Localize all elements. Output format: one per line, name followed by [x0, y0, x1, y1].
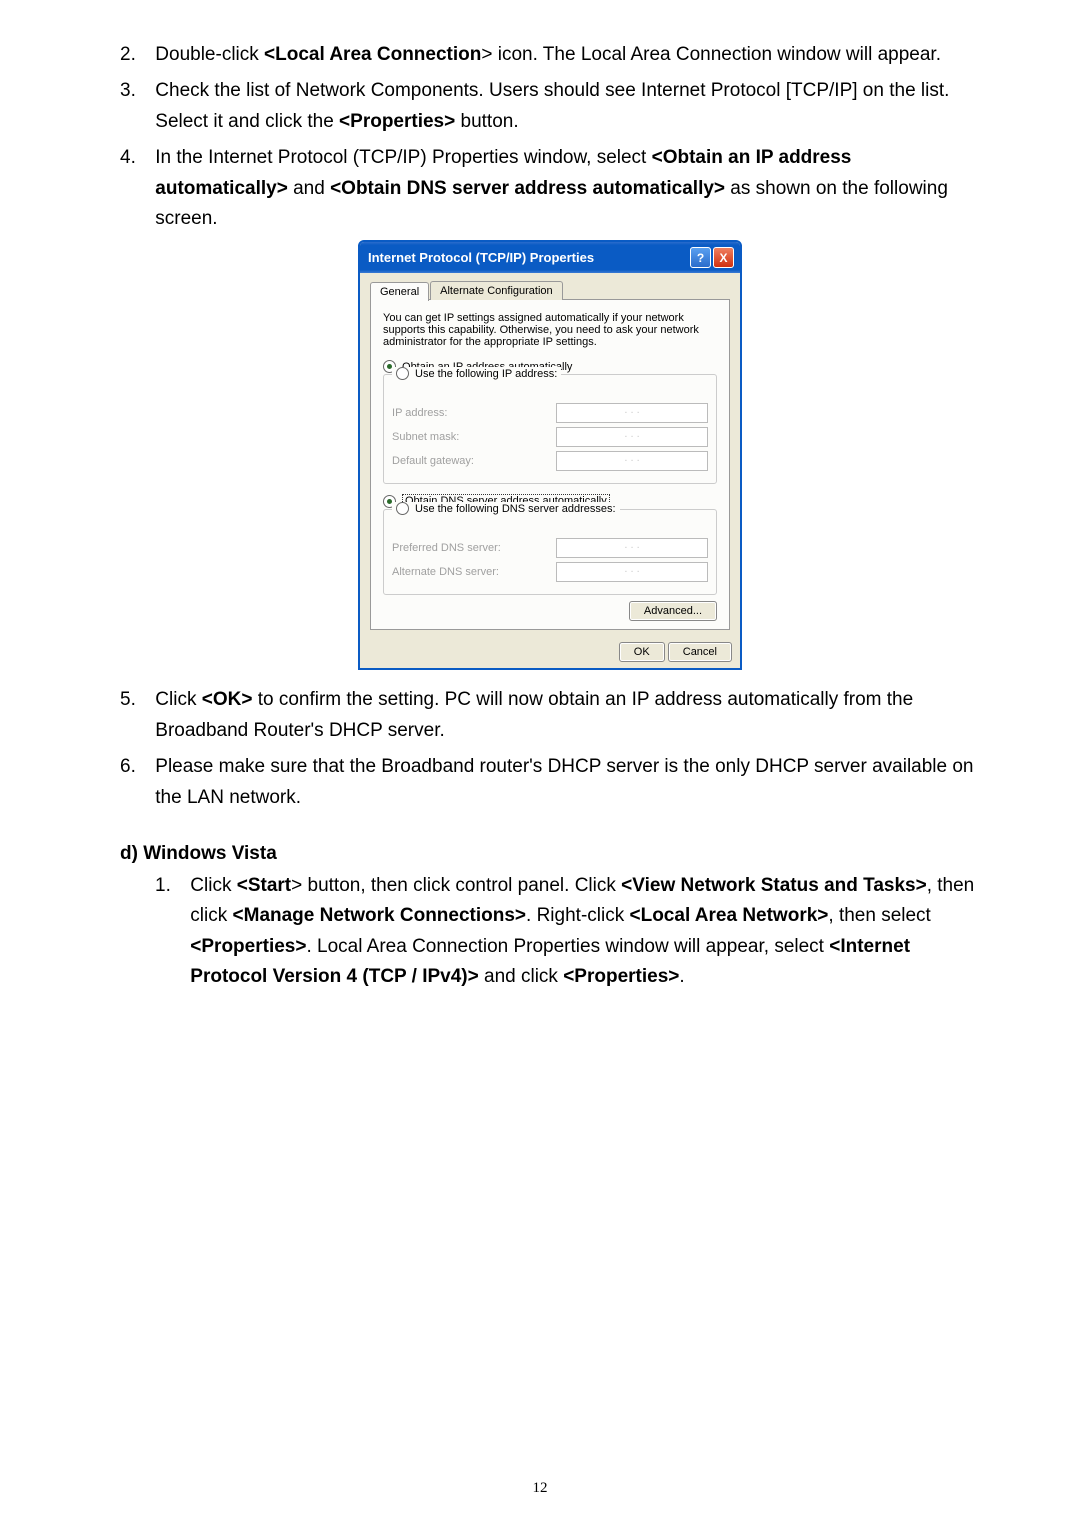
advanced-row: Advanced...: [383, 605, 717, 617]
pref-dns-field[interactable]: . . .: [556, 538, 708, 558]
pref-dns-label: Preferred DNS server:: [392, 542, 556, 554]
alt-dns-row: Alternate DNS server: . . .: [392, 562, 708, 582]
step-6: 6. Please make sure that the Broadband r…: [120, 752, 980, 813]
step-num: 4.: [120, 143, 150, 173]
close-icon[interactable]: X: [713, 247, 734, 268]
ip-address-field[interactable]: . . .: [556, 403, 708, 423]
step-3: 3. Check the list of Network Components.…: [120, 76, 980, 137]
step-num: 5.: [120, 685, 150, 715]
radio-use-ip[interactable]: Use the following IP address:: [392, 367, 561, 380]
step-body: Check the list of Network Components. Us…: [155, 76, 975, 137]
gateway-row: Default gateway: . . .: [392, 451, 708, 471]
tab-panel-general: You can get IP settings assigned automat…: [370, 299, 730, 630]
subnet-row: Subnet mask: . . .: [392, 427, 708, 447]
step-body: In the Internet Protocol (TCP/IP) Proper…: [155, 143, 975, 234]
subnet-label: Subnet mask:: [392, 431, 556, 443]
step-body: Click <OK> to confirm the setting. PC wi…: [155, 685, 975, 746]
step-4: 4. In the Internet Protocol (TCP/IP) Pro…: [120, 143, 980, 234]
tab-general[interactable]: General: [370, 282, 429, 301]
section-d-header: d) Windows Vista: [120, 843, 980, 865]
step-body: Click <Start> button, then click control…: [190, 871, 975, 993]
radio-dot-icon: [396, 367, 409, 380]
gateway-label: Default gateway:: [392, 455, 556, 467]
step-body: Please make sure that the Broadband rout…: [155, 752, 975, 813]
intro-text: You can get IP settings assigned automat…: [383, 312, 717, 348]
gateway-field[interactable]: . . .: [556, 451, 708, 471]
dialog-title: Internet Protocol (TCP/IP) Properties: [368, 250, 688, 265]
step-num: 2.: [120, 40, 150, 70]
step-num: 1.: [155, 871, 185, 901]
alt-dns-label: Alternate DNS server:: [392, 566, 556, 578]
step-body: Double-click <Local Area Connection> ico…: [155, 40, 975, 70]
ip-address-label: IP address:: [392, 407, 556, 419]
step-5: 5. Click <OK> to confirm the setting. PC…: [120, 685, 980, 746]
step-2: 2. Double-click <Local Area Connection> …: [120, 40, 980, 70]
help-icon[interactable]: ?: [690, 247, 711, 268]
step-num: 6.: [120, 752, 150, 782]
ok-button[interactable]: OK: [619, 642, 665, 662]
tab-row: General Alternate Configuration: [370, 281, 730, 300]
radio-dot-icon: [396, 502, 409, 515]
step-num: 3.: [120, 76, 150, 106]
advanced-button[interactable]: Advanced...: [629, 601, 717, 621]
dialog-body: General Alternate Configuration You can …: [360, 273, 740, 640]
dialog-titlebar: Internet Protocol (TCP/IP) Properties ? …: [360, 242, 740, 273]
dialog-screenshot: Internet Protocol (TCP/IP) Properties ? …: [120, 240, 980, 670]
tcp-ip-properties-dialog: Internet Protocol (TCP/IP) Properties ? …: [358, 240, 742, 670]
cancel-button[interactable]: Cancel: [668, 642, 732, 662]
subnet-field[interactable]: . . .: [556, 427, 708, 447]
radio-use-dns[interactable]: Use the following DNS server addresses:: [392, 502, 620, 515]
page-number: 12: [533, 1480, 548, 1497]
dns-group: Use the following DNS server addresses: …: [383, 509, 717, 595]
ip-group: Use the following IP address: IP address…: [383, 374, 717, 484]
dialog-footer: OK Cancel: [360, 640, 740, 668]
pref-dns-row: Preferred DNS server: . . .: [392, 538, 708, 558]
ip-address-row: IP address: . . .: [392, 403, 708, 423]
vista-step-1: 1. Click <Start> button, then click cont…: [155, 871, 980, 993]
alt-dns-field[interactable]: . . .: [556, 562, 708, 582]
tab-alternate[interactable]: Alternate Configuration: [430, 281, 563, 300]
